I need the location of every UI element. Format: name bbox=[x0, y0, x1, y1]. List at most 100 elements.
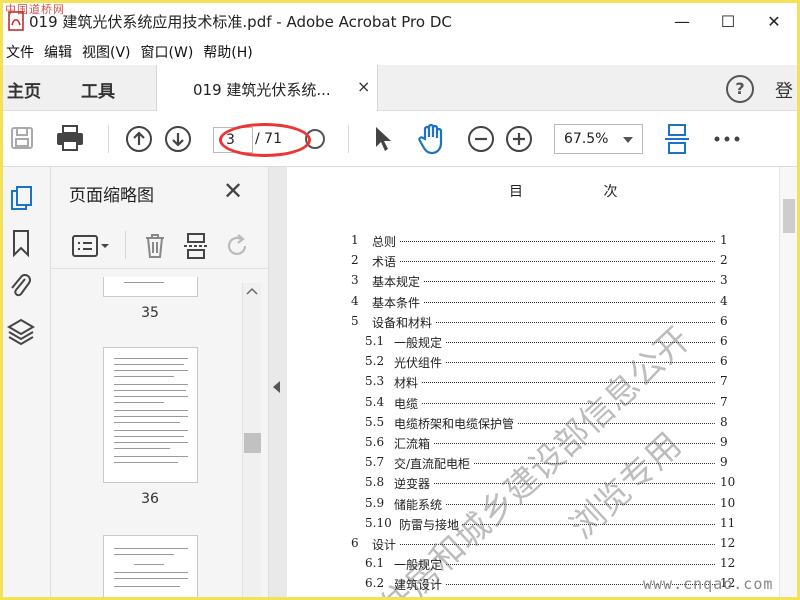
toc-entry-number: 1 bbox=[351, 233, 359, 247]
left-navigation-rail bbox=[3, 167, 51, 597]
toc-entry-page: 6 bbox=[720, 354, 728, 369]
attachment-icon[interactable] bbox=[9, 271, 33, 305]
prev-page-icon[interactable] bbox=[125, 125, 153, 157]
toc-entry[interactable]: 6.1 一般规定 12 bbox=[287, 556, 787, 574]
toolbar-separator bbox=[348, 125, 349, 153]
toc-entry-title: 总则 bbox=[372, 233, 400, 250]
page-thumbnail[interactable] bbox=[103, 277, 198, 297]
toolbar-separator bbox=[108, 125, 109, 153]
toc-entry[interactable]: 1 总则 1 bbox=[287, 233, 787, 251]
bookmark-icon[interactable] bbox=[11, 229, 31, 261]
zoom-in-icon[interactable] bbox=[505, 125, 533, 157]
tab-close-icon[interactable]: × bbox=[357, 77, 370, 96]
toc-entry-title: 一般规定 bbox=[394, 334, 446, 351]
tab-home[interactable]: 主页 bbox=[7, 77, 41, 102]
thumbnail-page-number: 35 bbox=[141, 305, 159, 321]
maximize-button[interactable]: ☐ bbox=[705, 3, 751, 39]
menu-edit[interactable]: 编辑 bbox=[41, 42, 79, 62]
select-arrow-icon[interactable] bbox=[373, 125, 393, 157]
save-icon[interactable] bbox=[9, 125, 35, 155]
chevron-down-icon bbox=[623, 137, 633, 143]
help-icon[interactable]: ? bbox=[726, 75, 754, 103]
toc-entry[interactable]: 6 设计 12 bbox=[287, 536, 787, 554]
toc-entry-page: 12 bbox=[720, 536, 736, 550]
toc-entry-title: 术语 bbox=[372, 253, 400, 271]
tab-document-title: 019 建筑光伏系统... bbox=[193, 81, 331, 99]
scrollbar-thumb[interactable] bbox=[244, 433, 261, 453]
extract-pages-icon[interactable] bbox=[183, 232, 209, 264]
zoom-out-icon[interactable] bbox=[467, 125, 495, 157]
main-toolbar: 3 / 71 67.5% bbox=[3, 111, 797, 167]
red-highlight-ellipse bbox=[219, 123, 311, 157]
sign-in-button[interactable]: 登 bbox=[775, 77, 793, 103]
toc-entry-title: 基本规定 bbox=[372, 273, 424, 291]
thumbnail-scrollbar[interactable] bbox=[242, 283, 261, 597]
panel-collapse-strip[interactable] bbox=[269, 167, 287, 597]
toc-entry-page: 3 bbox=[720, 273, 728, 288]
toc-entry-number: 6.1 bbox=[365, 556, 385, 571]
toc-entry[interactable]: 5.4 电缆 7 bbox=[287, 394, 787, 413]
menu-view[interactable]: 视图(V) bbox=[79, 42, 138, 62]
tab-tools[interactable]: 工具 bbox=[81, 77, 115, 102]
toc-entry-title: 设备和材料 bbox=[372, 313, 436, 331]
page-thumbnail[interactable] bbox=[103, 347, 198, 483]
panel-close-icon[interactable]: ✕ bbox=[223, 177, 243, 205]
toc-entry-title: 汇流箱 bbox=[394, 435, 434, 452]
toc-entry[interactable]: 3 基本规定 3 bbox=[287, 273, 787, 291]
toc-entry-page: 6 bbox=[720, 334, 728, 348]
menu-window[interactable]: 窗口(W) bbox=[138, 42, 201, 62]
zoom-level-dropdown[interactable]: 67.5% bbox=[554, 124, 643, 154]
toc-entry-number: 2 bbox=[351, 253, 359, 268]
toc-entry-page: 12 bbox=[720, 556, 736, 571]
zoom-level-value: 67.5% bbox=[564, 131, 609, 147]
collapse-arrow-icon bbox=[273, 381, 280, 393]
toc-entry-title: 设计 bbox=[372, 536, 400, 553]
rotate-icon[interactable] bbox=[225, 232, 251, 264]
panel-toolbar bbox=[51, 223, 269, 269]
toc-entry-number: 5.3 bbox=[365, 374, 385, 389]
toc-entry-number: 6 bbox=[351, 536, 359, 550]
toc-entry-title: 光伏组件 bbox=[394, 354, 446, 372]
toc-entry-title: 电缆桥架和电缆保护管 bbox=[394, 414, 518, 432]
more-icon[interactable] bbox=[713, 129, 741, 148]
toc-entry[interactable]: 5.1 一般规定 6 bbox=[287, 334, 787, 352]
menu-file[interactable]: 文件 bbox=[3, 42, 41, 62]
toc-entry-page: 10 bbox=[720, 495, 736, 510]
toc-entry-page: 8 bbox=[720, 414, 728, 429]
toc-entry-page: 9 bbox=[720, 455, 728, 470]
toc-entry-title: 基本条件 bbox=[372, 293, 424, 311]
next-page-icon[interactable] bbox=[164, 125, 192, 157]
print-icon[interactable] bbox=[55, 124, 85, 156]
page-thumbnail[interactable] bbox=[103, 535, 198, 597]
toc-entry[interactable]: 5.2 光伏组件 6 bbox=[287, 354, 787, 372]
toc-entry[interactable]: 5.5 电缆桥架和电缆保护管 8 bbox=[287, 414, 787, 433]
toc-entry-number: 5.10 bbox=[365, 515, 392, 530]
toc-entry-number: 5.4 bbox=[365, 394, 385, 409]
panel-title: 页面缩略图 bbox=[69, 186, 154, 206]
toc-entry[interactable]: 5 设备和材料 6 bbox=[287, 313, 787, 332]
toc-entry[interactable]: 2 术语 2 bbox=[287, 253, 787, 271]
minimize-button[interactable]: — bbox=[659, 3, 705, 39]
tab-document[interactable]: 019 建筑光伏系统... × bbox=[156, 65, 378, 111]
thumbnail-options-icon[interactable] bbox=[71, 233, 111, 263]
toc-entry[interactable]: 5.3 材料 7 bbox=[287, 374, 787, 392]
site-watermark: 中国道桥网 bbox=[5, 3, 65, 16]
toc-entry-number: 5.5 bbox=[365, 414, 385, 429]
page-thumbnails-icon[interactable] bbox=[9, 185, 35, 217]
toc-leader-dots bbox=[372, 281, 715, 283]
layers-icon[interactable] bbox=[7, 317, 35, 349]
scroll-mode-icon[interactable] bbox=[663, 123, 691, 159]
toc-entry[interactable]: 5.10 防雷与接地 11 bbox=[287, 515, 787, 534]
toc-entry-page: 2 bbox=[720, 253, 728, 268]
close-window-button[interactable]: ✕ bbox=[751, 3, 797, 39]
scrollbar-thumb[interactable] bbox=[783, 199, 795, 233]
toc-entry-title: 逆变器 bbox=[394, 475, 434, 493]
hand-icon[interactable] bbox=[417, 123, 447, 159]
menu-help[interactable]: 帮助(H) bbox=[200, 42, 259, 62]
toc-entry[interactable]: 4 基本条件 4 bbox=[287, 293, 787, 312]
document-scrollbar[interactable] bbox=[779, 167, 797, 597]
delete-icon[interactable] bbox=[143, 232, 167, 264]
bottom-watermark: www.cnqao.com bbox=[643, 575, 774, 593]
toc-entry-title: 交/直流配电柜 bbox=[394, 455, 474, 473]
window-title: 019 建筑光伏系统应用技术标准.pdf - Adobe Acrobat Pro… bbox=[29, 12, 452, 31]
